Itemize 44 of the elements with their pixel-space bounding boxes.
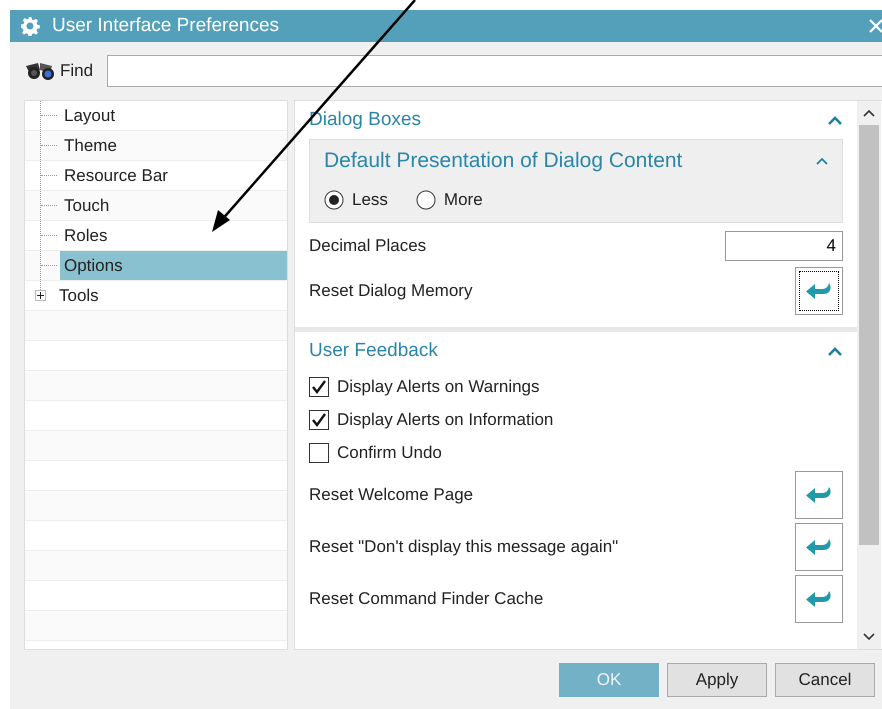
- section-title: Dialog Boxes: [309, 109, 421, 131]
- field-label: Decimal Places: [309, 236, 426, 256]
- tree-item[interactable]: Resource Bar: [60, 161, 287, 190]
- return-arrow-icon: [805, 537, 833, 557]
- find-field[interactable]: [107, 55, 882, 87]
- radio-button[interactable]: [324, 190, 344, 210]
- radio-label: More: [444, 190, 483, 210]
- expand-icon[interactable]: [35, 290, 46, 301]
- checkbox-label: Display Alerts on Information: [337, 410, 554, 430]
- reset-label: Reset "Don't display this message again": [309, 537, 618, 557]
- checkbox-label: Display Alerts on Warnings: [337, 376, 540, 396]
- reset-button[interactable]: [795, 267, 843, 315]
- number-field[interactable]: 4: [725, 231, 843, 261]
- chevron-icon[interactable]: [827, 346, 843, 356]
- chevron-icon[interactable]: [816, 157, 828, 165]
- dialog-button[interactable]: Apply: [667, 662, 767, 696]
- reset-label: Reset Command Finder Cache: [309, 589, 544, 609]
- checkbox-label: Confirm Undo: [337, 442, 442, 462]
- radio-label: Less: [352, 190, 388, 210]
- checkbox[interactable]: [309, 376, 329, 396]
- return-arrow-icon: [805, 589, 833, 609]
- tree-item[interactable]: Roles: [60, 221, 287, 250]
- reset-label: Reset Dialog Memory: [309, 281, 472, 301]
- scroll-thumb[interactable]: [859, 125, 879, 545]
- tree-item[interactable]: Options: [60, 251, 287, 280]
- reset-label: Reset Welcome Page: [309, 485, 474, 505]
- close-icon[interactable]: [868, 18, 882, 34]
- tree-item[interactable]: Layout: [60, 101, 287, 130]
- return-arrow-icon: [805, 485, 833, 505]
- group-title: Default Presentation of Dialog Content: [324, 149, 682, 173]
- dialog-button[interactable]: Cancel: [775, 662, 875, 696]
- window-title: User Interface Preferences: [52, 15, 280, 37]
- checkbox[interactable]: [309, 442, 329, 462]
- scrollbar[interactable]: [857, 101, 881, 649]
- checkbox[interactable]: [309, 410, 329, 430]
- tree-item[interactable]: Tools: [55, 281, 287, 310]
- gear-icon: [20, 16, 40, 36]
- return-arrow-icon: [805, 281, 833, 301]
- find-label: Find: [60, 61, 94, 81]
- radio-button[interactable]: [416, 190, 436, 210]
- chevron-icon[interactable]: [827, 115, 843, 125]
- scroll-down-icon[interactable]: [863, 633, 875, 641]
- scroll-up-icon[interactable]: [863, 109, 875, 117]
- section-title: User Feedback: [309, 340, 438, 362]
